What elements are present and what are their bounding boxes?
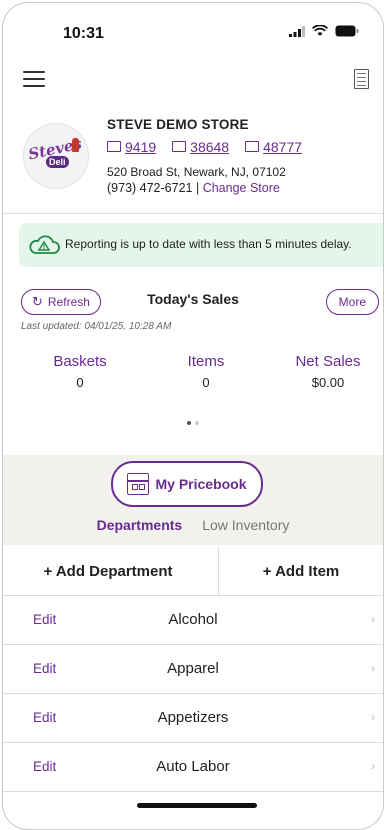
store-phone: (973) 472-6721: [107, 181, 193, 195]
divider: [3, 213, 383, 214]
department-name: Apparel: [167, 660, 219, 677]
monitor-icon: [107, 140, 121, 152]
list-item[interactable]: Edit Alcohol ›: [3, 596, 383, 645]
page-dot-active[interactable]: [187, 421, 191, 425]
home-indicator[interactable]: [137, 803, 257, 808]
tab-departments[interactable]: Departments: [97, 517, 183, 533]
storefront-icon: [127, 473, 150, 495]
sales-header: ↻ Refresh Today's Sales More: [3, 287, 383, 317]
metric-label: Net Sales: [295, 353, 361, 370]
add-department-button[interactable]: + Add Department: [13, 547, 203, 595]
pricebook-label: My Pricebook: [155, 476, 247, 492]
department-name: Appetizers: [157, 709, 229, 726]
pricebook-section: My Pricebook Departments Low Inventory: [3, 455, 383, 545]
status-time: 10:31: [63, 25, 104, 42]
cloud-warning-icon: [29, 235, 60, 254]
bottle-icon: [72, 138, 79, 152]
department-name: Alcohol: [168, 611, 218, 628]
store-logo: Steves Deli: [23, 123, 89, 189]
register-link[interactable]: 48777: [245, 139, 302, 155]
more-button[interactable]: More: [325, 289, 379, 315]
store-contact: (973) 472-6721 | Change Store: [107, 181, 280, 195]
metric-baskets: Baskets 0: [25, 353, 135, 390]
change-store-link[interactable]: Change Store: [203, 181, 280, 195]
signal-icon: [289, 25, 305, 37]
page-dot[interactable]: [195, 421, 199, 425]
register-link[interactable]: 38648: [172, 139, 229, 155]
sales-metrics: Baskets 0 Items 0 Net Sales $0.00: [3, 353, 383, 397]
metric-net-sales: Net Sales $0.00: [273, 353, 383, 390]
monitor-icon: [245, 140, 260, 152]
hamburger-menu-icon[interactable]: [23, 71, 45, 89]
metric-value: $0.00: [311, 375, 345, 390]
metric-label: Items: [187, 353, 225, 370]
department-name: Auto Labor: [156, 758, 230, 775]
department-list: Edit Alcohol › Edit Apparel › Edit Appet…: [3, 596, 383, 792]
list-item[interactable]: Edit Apparel ›: [3, 645, 383, 694]
register-number: 38648: [190, 139, 230, 155]
app-bar: [3, 65, 383, 95]
register-list: 9419 38648 48777: [107, 139, 302, 155]
my-pricebook-button[interactable]: My Pricebook: [111, 461, 263, 507]
register-number: 9419: [125, 139, 157, 155]
banner-text: Reporting is up to date with less than 5…: [65, 237, 352, 251]
list-item[interactable]: Edit Appetizers ›: [3, 694, 383, 743]
page-indicator[interactable]: [3, 421, 383, 425]
pricebook-tabs: Departments Low Inventory: [3, 517, 383, 533]
list-item[interactable]: Edit Auto Labor ›: [3, 743, 383, 792]
wifi-icon: [312, 25, 328, 36]
status-bar: 10:31: [3, 3, 383, 47]
chevron-right-icon: ›: [371, 710, 375, 724]
reporting-status-banner: Reporting is up to date with less than 5…: [19, 223, 383, 267]
add-item-button[interactable]: + Add Item: [219, 547, 383, 595]
store-name: STEVE DEMO STORE: [107, 117, 249, 132]
register-number: 48777: [263, 139, 303, 155]
chevron-right-icon: ›: [371, 661, 375, 675]
separator: |: [192, 181, 203, 195]
battery-icon: [335, 25, 359, 37]
add-actions: + Add Department + Add Item: [3, 547, 383, 596]
metric-value: 0: [202, 375, 210, 390]
chevron-right-icon: ›: [371, 759, 375, 773]
phone-screen: 10:31 Steves Deli STEVE DEMO STORE 9419 …: [2, 2, 384, 830]
last-updated: Last updated: 04/01/25, 10:28 AM: [21, 321, 172, 332]
tab-low-inventory[interactable]: Low Inventory: [202, 517, 289, 533]
register-link[interactable]: 9419: [107, 139, 156, 155]
chevron-right-icon: ›: [371, 612, 375, 626]
store-header: Steves Deli STEVE DEMO STORE 9419 38648 …: [3, 111, 383, 201]
metric-items: Items 0: [151, 353, 261, 390]
metric-label: Baskets: [53, 353, 107, 370]
store-address: 520 Broad St, Newark, NJ, 07102: [107, 165, 286, 179]
monitor-icon: [172, 140, 187, 152]
status-icons: [289, 25, 359, 37]
metric-value: 0: [76, 375, 84, 390]
logo-deli: Deli: [46, 156, 69, 168]
document-icon[interactable]: [354, 69, 369, 89]
